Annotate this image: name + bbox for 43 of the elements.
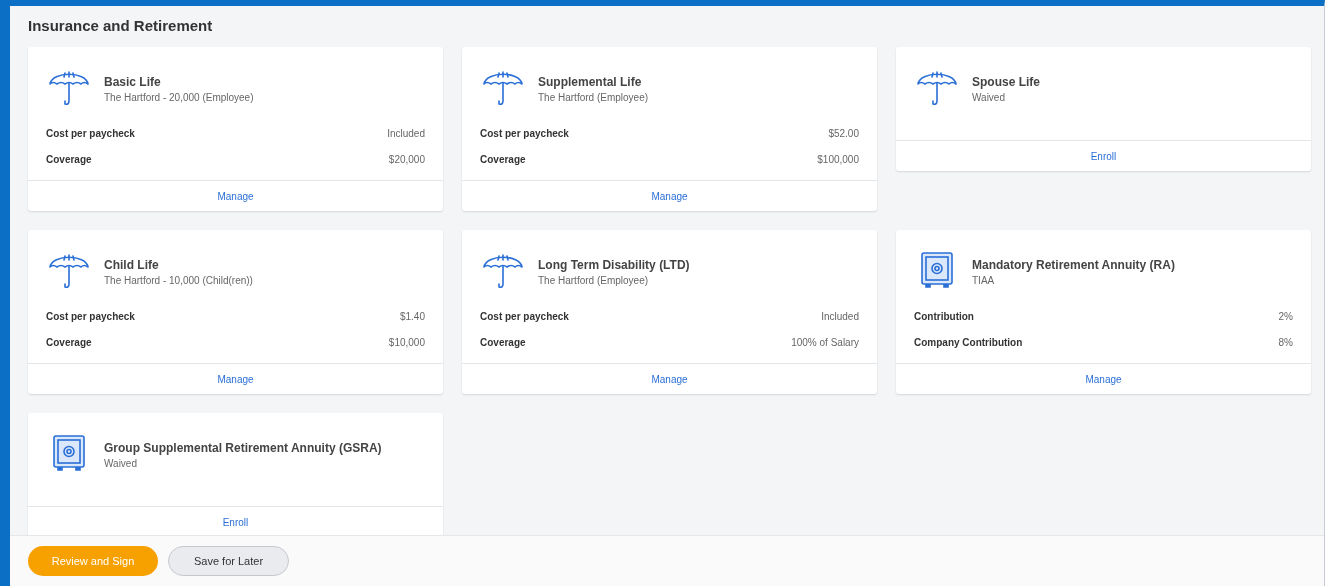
detail-label: Cost per paycheck	[46, 127, 135, 139]
plan-title: Supplemental Life	[538, 75, 643, 89]
card-action-link[interactable]: Manage	[651, 373, 688, 385]
detail-label: Coverage	[480, 336, 526, 348]
detail-label: Coverage	[480, 153, 526, 165]
plan-provider: Waived	[104, 458, 138, 469]
detail-value: 2%	[1278, 310, 1293, 322]
card-action-link[interactable]: Manage	[217, 373, 254, 385]
plan-title: Basic Life	[104, 75, 162, 89]
plan-title: Child Life	[104, 258, 160, 272]
detail-value: $10,000	[388, 336, 425, 348]
plan-title: Group Supplemental Retirement Annuity (GSRA)	[104, 441, 382, 455]
detail-label: Cost per paycheck	[480, 127, 569, 139]
detail-value: 8%	[1278, 336, 1293, 348]
detail-value: Included	[387, 127, 425, 139]
save-for-later-button[interactable]: Save for Later	[168, 546, 289, 576]
plan-provider: The Hartford - 20,000 (Employee)	[104, 92, 254, 103]
plan-provider: Waived	[972, 92, 1006, 103]
card-action-link[interactable]: Manage	[217, 190, 254, 202]
plan-provider: The Hartford (Employee)	[538, 275, 650, 286]
detail-label: Cost per paycheck	[480, 310, 569, 322]
detail-value: Included	[821, 310, 859, 322]
card-action-link[interactable]: Manage	[651, 190, 688, 202]
detail-label: Coverage	[46, 153, 92, 165]
card-action-link[interactable]: Enroll	[222, 516, 249, 528]
plan-title: Mandatory Retirement Annuity (RA)	[972, 258, 1175, 272]
plan-provider: The Hartford - 10,000 (Child(ren))	[104, 275, 253, 286]
detail-value: 100% of Salary	[791, 336, 859, 348]
card-action-link[interactable]: Manage	[1085, 373, 1122, 385]
detail-value: $100,000	[817, 153, 859, 165]
detail-value: $20,000	[388, 153, 425, 165]
detail-label: Contribution	[914, 310, 974, 322]
detail-label: Cost per paycheck	[46, 310, 135, 322]
plan-title: Spouse Life	[972, 75, 1040, 89]
detail-label: Coverage	[46, 336, 92, 348]
detail-value: $1.40	[399, 310, 425, 322]
plan-provider: The Hartford (Employee)	[538, 92, 649, 103]
section-title: Insurance and Retirement	[28, 17, 214, 34]
plan-provider: TIAA	[972, 275, 996, 286]
plan-title: Long Term Disability (LTD)	[538, 258, 690, 272]
detail-label: Company Contribution	[914, 336, 1023, 348]
card-action-link[interactable]: Enroll	[1090, 150, 1117, 162]
detail-value: $52.00	[828, 127, 859, 139]
